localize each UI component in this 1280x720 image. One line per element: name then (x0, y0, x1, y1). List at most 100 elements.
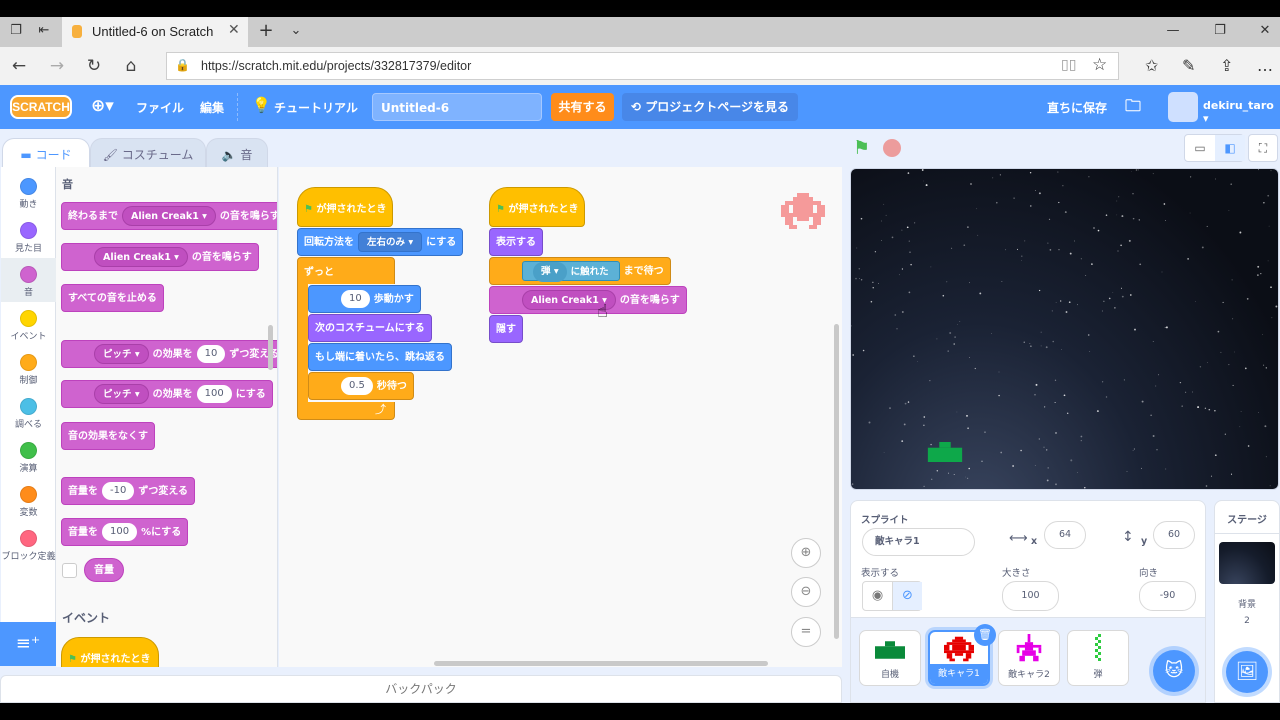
zoom-in-button[interactable]: ⊕ (791, 538, 821, 568)
script1-next-costume[interactable]: 次のコスチュームにする (308, 314, 432, 342)
reporter-volume[interactable]: 音量 (84, 558, 124, 582)
rotation-style-dropdown[interactable]: 左右のみ ▾ (358, 232, 423, 252)
share-button[interactable]: 共有する (551, 93, 614, 121)
scratch-logo[interactable]: SCRATCH (10, 95, 72, 119)
script1-move-steps[interactable]: 10 歩動かす (308, 285, 421, 313)
add-extension-button[interactable]: ≡⁺ (0, 622, 56, 666)
script2-hide[interactable]: 隠す (489, 315, 523, 343)
sprite-name-input[interactable]: 敵キャラ1 (862, 528, 975, 556)
sprite-tile-enemy1[interactable]: 敵キャラ1 🗑 (928, 624, 996, 686)
tab-costumes[interactable]: 🖌 コスチューム (90, 138, 206, 168)
tutorials-button[interactable]: チュートリアル (274, 99, 358, 116)
sprite-tile-enemy2[interactable]: 敵キャラ2 (998, 630, 1060, 686)
back-icon[interactable]: ← (8, 56, 30, 76)
backpack[interactable]: バックパック (0, 675, 842, 703)
wait-seconds-input[interactable]: 0.5 (341, 377, 373, 395)
my-stuff-folder-icon[interactable]: 🗀 (1125, 95, 1141, 122)
close-tab-icon[interactable]: ✕ (228, 22, 240, 38)
small-stage-button[interactable]: ▭ (1185, 135, 1215, 161)
script-area-horizontal-scrollbar[interactable] (434, 661, 768, 666)
new-tab-icon[interactable]: + (258, 22, 274, 40)
restore-icon[interactable]: ❐ (1212, 23, 1228, 39)
reading-view-icon[interactable]: ▯▯ (1061, 57, 1076, 73)
browser-tab[interactable]: Untitled-6 on Scratch ✕ (62, 17, 248, 47)
more-icon[interactable]: … (1257, 56, 1273, 75)
effect-dropdown[interactable]: ピッチ ▾ (94, 344, 149, 364)
volume-set-input[interactable]: 100 (102, 523, 138, 541)
url-input[interactable]: 🔒 https://scratch.mit.edu/projects/33281… (166, 52, 1119, 80)
close-window-icon[interactable]: ✕ (1257, 23, 1273, 39)
category-events[interactable]: イベント (1, 302, 56, 346)
fullscreen-button[interactable]: ⛶ (1248, 134, 1278, 162)
y-position-input[interactable]: 60 (1153, 521, 1195, 549)
sprite-tile-jiki[interactable]: 自機 (859, 630, 921, 686)
home-icon[interactable]: ⌂ (120, 56, 142, 76)
stage-selector[interactable]: ステージ 背景 2 🖼 (1214, 500, 1280, 703)
green-flag-button[interactable]: ⚑ (853, 137, 870, 159)
x-position-input[interactable]: 64 (1044, 521, 1086, 549)
tab-manager-icon[interactable]: ❐ (8, 23, 24, 39)
category-sensing[interactable]: 調べる (1, 390, 56, 434)
see-project-page-button[interactable]: ⟲ プロジェクトページを見る (622, 93, 798, 121)
stop-button[interactable] (883, 139, 901, 157)
steps-input[interactable]: 10 (341, 290, 370, 308)
tab-preview-chevron-icon[interactable]: ⌄ (288, 23, 304, 39)
tab-sounds[interactable]: 🔈 音 (206, 138, 268, 168)
username-menu[interactable]: dekiru_taro ▾ (1203, 99, 1280, 125)
favorite-star-icon[interactable]: ☆ (1092, 55, 1107, 75)
script1-wait-seconds[interactable]: 0.5 秒待つ (308, 372, 414, 400)
notes-pen-icon[interactable]: ✎ (1182, 56, 1195, 75)
set-aside-tabs-icon[interactable]: ⇤ (36, 23, 52, 39)
block-set-effect[interactable]: ピッチ ▾ の効果を 100 にする (61, 380, 273, 408)
category-sound[interactable]: 音 (1, 258, 56, 302)
size-input[interactable]: 100 (1002, 581, 1059, 611)
category-my-blocks[interactable]: ブロック定義 (1, 522, 56, 572)
reset-zoom-button[interactable]: = (791, 617, 821, 647)
refresh-icon[interactable]: ↻ (83, 56, 105, 76)
tab-code[interactable]: ▬ コード (2, 138, 90, 168)
block-set-volume[interactable]: 音量を 100 %にする (61, 518, 189, 546)
script2-when-flag-clicked[interactable]: ⚑ が押されたとき (489, 187, 585, 227)
script1-set-rotation-style[interactable]: 回転方法を 左右のみ ▾ にする (297, 228, 464, 256)
block-clear-sound-effects[interactable]: 音の効果をなくす (61, 422, 155, 450)
volume-change-input[interactable]: -10 (102, 482, 135, 500)
forward-icon[interactable]: → (46, 56, 68, 76)
sound-dropdown[interactable]: Alien Creak1 ▾ (94, 247, 188, 267)
script2-show[interactable]: 表示する (489, 228, 543, 256)
language-globe-icon[interactable]: ⊕▾ (91, 96, 114, 116)
block-play-sound-until-done[interactable]: 終わるまで Alien Creak1 ▾ の音を鳴らす (61, 202, 277, 230)
effect-set-input[interactable]: 100 (196, 385, 232, 403)
category-operators[interactable]: 演算 (1, 434, 56, 478)
choose-sprite-button[interactable]: 🐱 (1153, 650, 1195, 692)
player-ship-sprite[interactable] (927, 442, 963, 462)
touching-condition[interactable]: 弾 ▾ に触れた (522, 261, 620, 282)
edit-menu[interactable]: 編集 (200, 99, 224, 116)
effect-dropdown[interactable]: ピッチ ▾ (94, 384, 149, 404)
save-now-button[interactable]: 直ちに保存 (1047, 99, 1107, 116)
zoom-out-button[interactable]: ⊖ (791, 577, 821, 607)
block-change-volume[interactable]: 音量を -10 ずつ変える (61, 477, 196, 505)
script-area[interactable]: ⚑ が押されたとき 回転方法を 左右のみ ▾ にする ずっと ⤴ 10 歩動かす 次の… (279, 167, 842, 667)
category-variables[interactable]: 変数 (1, 478, 56, 522)
stage-canvas[interactable] (850, 168, 1279, 490)
category-motion[interactable]: 動き (1, 170, 56, 214)
sound-dropdown[interactable]: Alien Creak1 ▾ (122, 206, 216, 226)
category-looks[interactable]: 見た目 (1, 214, 56, 258)
choose-backdrop-button[interactable]: 🖼 (1226, 651, 1268, 693)
favorites-icon[interactable]: ✩ (1145, 56, 1158, 75)
share-icon[interactable]: ⇪ (1220, 56, 1233, 75)
sprite-tile-bullet[interactable]: 弾 (1067, 630, 1129, 686)
block-stop-all-sounds[interactable]: すべての音を止める (61, 284, 164, 312)
block-change-effect[interactable]: ピッチ ▾ の効果を 10 ずつ変える (61, 340, 277, 368)
delete-sprite-trash-icon[interactable]: 🗑 (974, 624, 996, 646)
effect-change-input[interactable]: 10 (196, 345, 226, 363)
normal-stage-button[interactable]: ◧ (1215, 135, 1245, 161)
script1-when-flag-clicked[interactable]: ⚑ が押されたとき (297, 187, 393, 227)
user-avatar[interactable] (1168, 92, 1198, 122)
hide-eye-button[interactable]: ⊘ (893, 582, 922, 610)
category-control[interactable]: 制御 (1, 346, 56, 390)
palette-scrollbar[interactable] (268, 325, 273, 370)
project-title-input[interactable]: Untitled-6 (372, 93, 542, 121)
show-eye-button[interactable]: ◉ (863, 582, 893, 610)
direction-input[interactable]: -90 (1139, 581, 1196, 611)
